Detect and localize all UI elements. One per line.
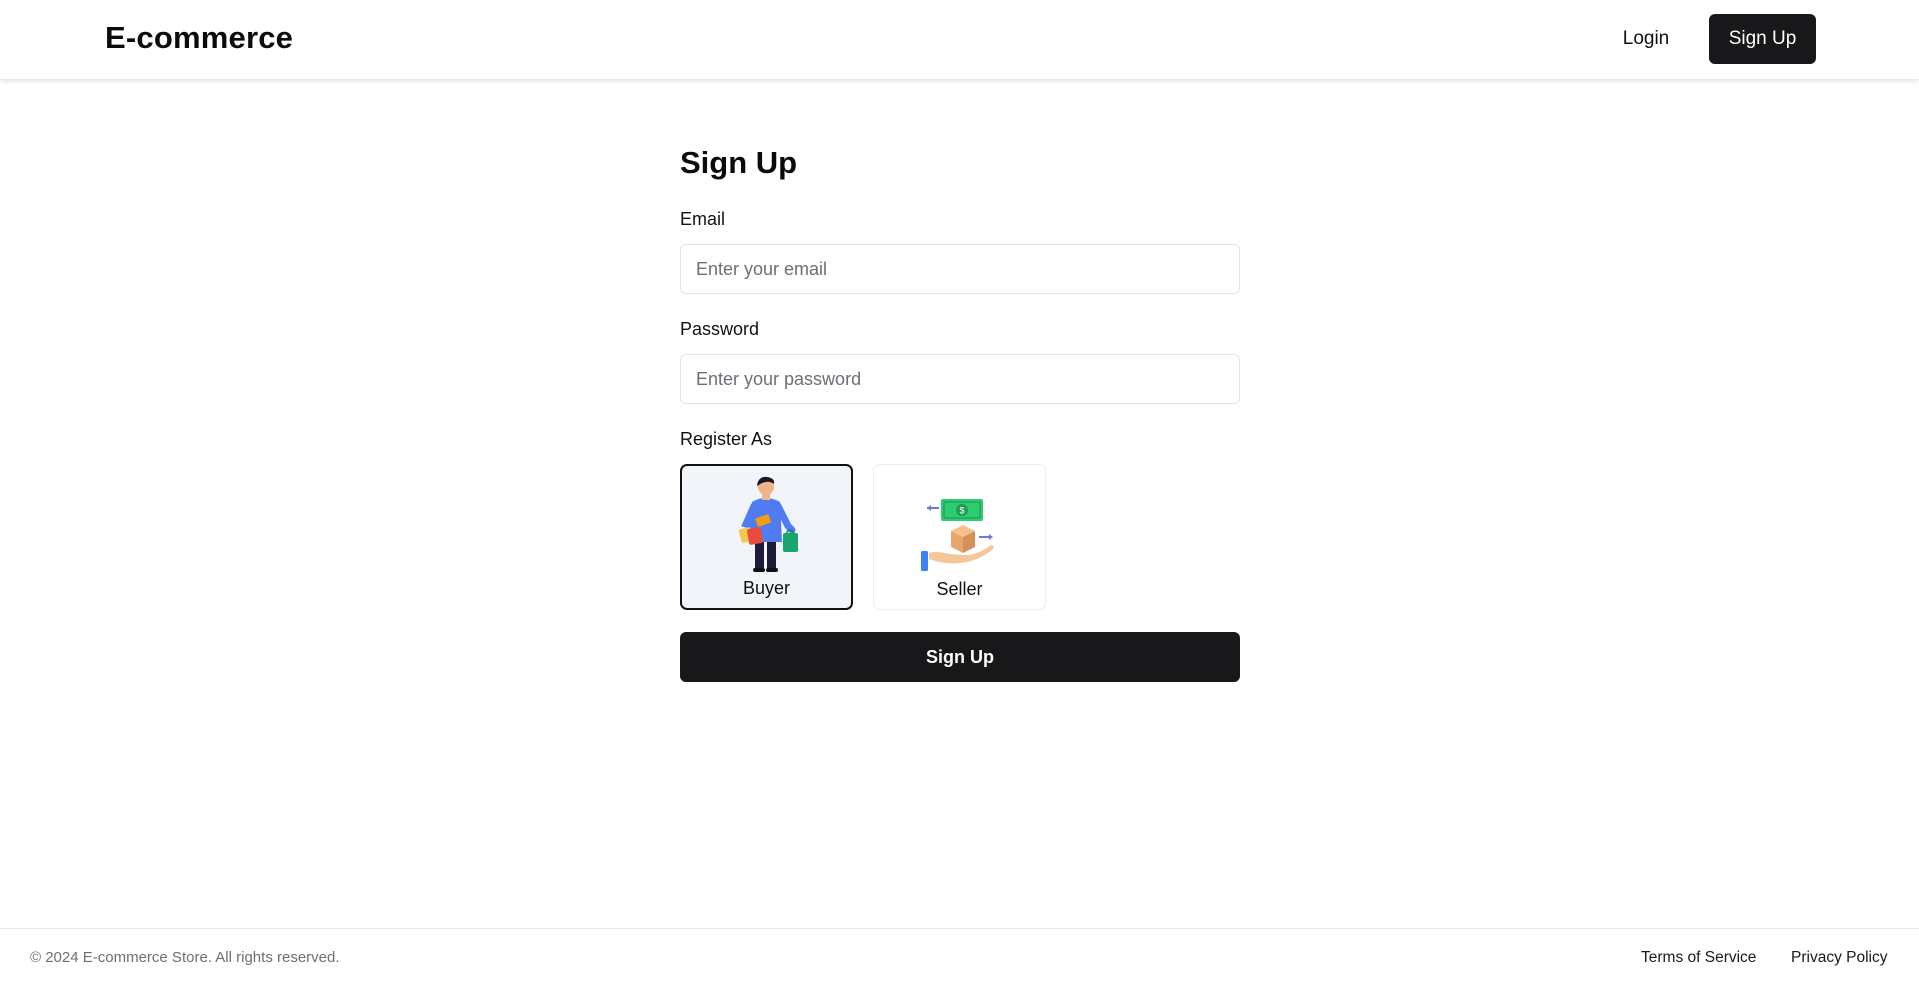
role-label-seller: Seller <box>936 579 983 599</box>
email-label: Email <box>680 209 726 229</box>
role-label-buyer: Buyer <box>742 578 791 598</box>
copyright-text: © 2024 E-commerce Store. All rights rese… <box>30 949 340 966</box>
password-label: Password <box>680 319 760 339</box>
seller-money-box-icon: $ <box>874 473 1045 573</box>
terms-of-service-link[interactable]: Terms of Service <box>1641 949 1756 967</box>
register-as-label: Register As <box>680 429 773 449</box>
login-link[interactable]: Login <box>1604 14 1688 64</box>
svg-text:$: $ <box>959 506 964 516</box>
brand-logo[interactable]: E-commerce <box>105 20 293 56</box>
site-header: E-commerce Login Sign Up <box>0 0 1919 79</box>
signup-nav-button[interactable]: Sign Up <box>1709 14 1816 64</box>
email-field[interactable] <box>680 244 1240 294</box>
site-footer: © 2024 E-commerce Store. All rights rese… <box>0 928 1919 985</box>
role-option-seller[interactable]: $ Seller <box>873 464 1046 610</box>
role-option-buyer[interactable]: Buyer <box>680 464 853 610</box>
password-field[interactable] <box>680 354 1240 404</box>
signup-form: Sign Up Email Password Register As <box>680 140 1240 682</box>
buyer-shopping-icon <box>682 474 851 574</box>
signup-submit-button[interactable]: Sign Up <box>680 632 1240 682</box>
privacy-policy-link[interactable]: Privacy Policy <box>1791 949 1887 967</box>
page-title: Sign Up <box>680 145 798 180</box>
